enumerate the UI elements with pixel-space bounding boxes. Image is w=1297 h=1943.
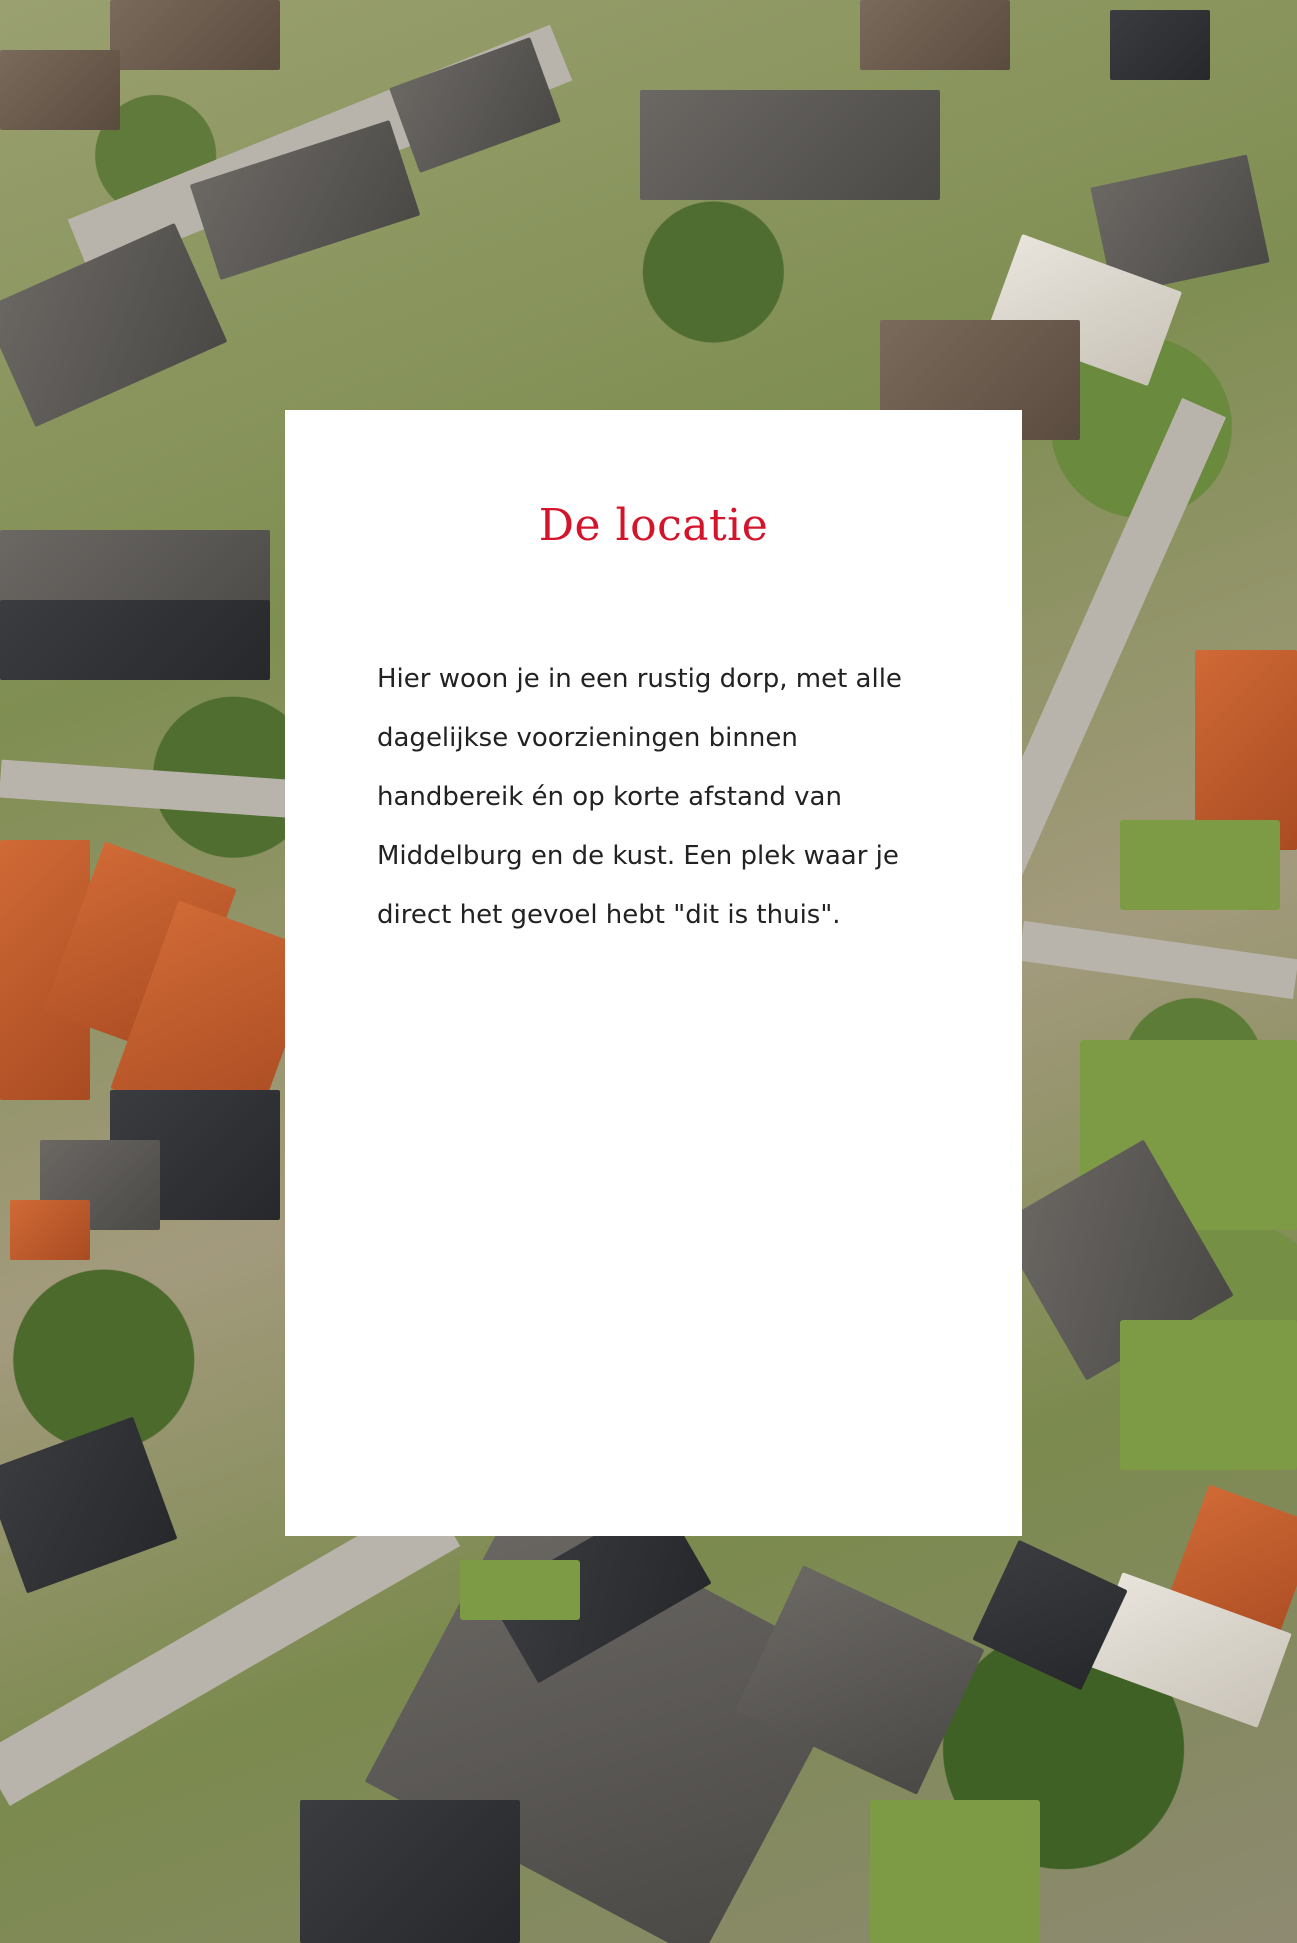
roof <box>640 90 940 200</box>
roof <box>0 222 228 428</box>
roof <box>10 1200 90 1260</box>
lawn <box>870 1800 1040 1943</box>
roof <box>0 600 270 680</box>
roof <box>389 37 561 173</box>
roof <box>110 0 280 70</box>
roof <box>0 50 120 130</box>
roof <box>1110 10 1210 80</box>
lawn <box>1120 820 1280 910</box>
roof <box>0 1416 178 1594</box>
location-card: De locatie Hier woon je in een rustig do… <box>285 410 1022 1536</box>
roof <box>860 0 1010 70</box>
road-upper <box>0 759 301 819</box>
roof <box>300 1800 520 1943</box>
section-body-text: Hier woon je in een rustig dorp, met all… <box>377 664 902 930</box>
lawn <box>460 1560 580 1620</box>
lawn <box>1120 1320 1297 1470</box>
section-title: De locatie <box>538 500 769 551</box>
road-right-lower <box>1018 920 1297 1000</box>
